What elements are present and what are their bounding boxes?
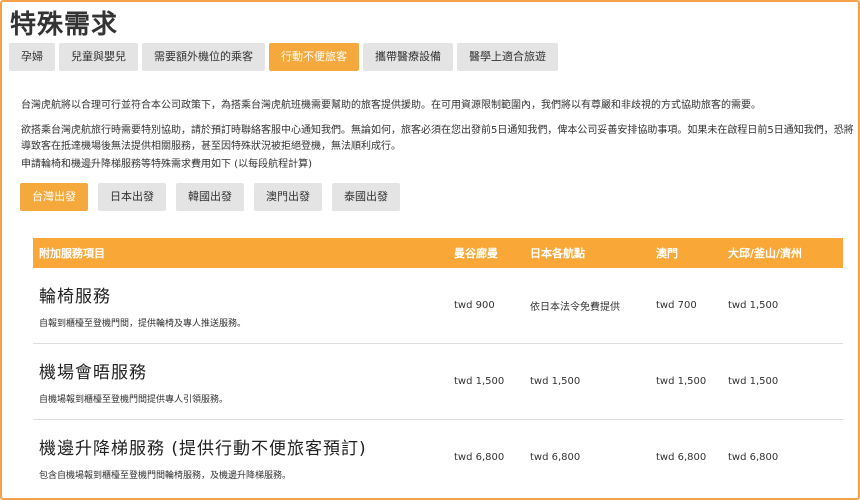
tab-medical-equipment[interactable]: 攜帶醫療設備 <box>363 43 453 71</box>
tab-depart-japan[interactable]: 日本出發 <box>98 183 166 211</box>
service-name: 輪椅服務 <box>39 287 111 307</box>
header-macau: 澳門 <box>650 238 722 268</box>
page-title: 特殊需求 <box>10 10 119 40</box>
price-cell: 依日本法令免費提供 <box>524 268 650 344</box>
table-header-row: 附加服務項目 曼谷廊曼 日本各航點 澳門 大邱/釜山/濟州 <box>33 238 843 268</box>
tab-reduced-mobility[interactable]: 行動不便旅客 <box>269 43 359 71</box>
table-row: 機場會晤服務 自機場報到櫃檯至登機門間提供專人引領服務。 twd 1,500 t… <box>33 343 843 420</box>
fee-table: 附加服務項目 曼谷廊曼 日本各航點 澳門 大邱/釜山/濟州 輪椅服務 自報到櫃檯… <box>33 238 843 495</box>
price-cell: twd 1,500 <box>722 343 843 420</box>
price-cell: twd 6,800 <box>728 452 779 463</box>
intro-paragraph: 台灣虎航將以合理可行並符合本公司政策下，為搭乘台灣虎航班機需要幫助的旅客提供援助… <box>21 100 761 111</box>
price-cell: twd 1,500 <box>448 343 524 420</box>
header-bangkok: 曼谷廊曼 <box>448 238 524 268</box>
header-korea: 大邱/釜山/濟州 <box>722 238 843 268</box>
tab-medical-fitness[interactable]: 醫學上適合旅遊 <box>457 43 558 71</box>
price-cell: twd 6,800 <box>656 452 707 463</box>
price-cell: twd 1,500 <box>650 343 722 420</box>
price-cell: twd 1,500 <box>722 268 843 344</box>
departure-tabs: 台灣出發 日本出發 韓國出發 澳門出發 泰國出發 <box>20 183 410 211</box>
price-cell: twd 6,800 <box>454 452 505 463</box>
tab-depart-taiwan[interactable]: 台灣出發 <box>20 183 88 211</box>
notice-paragraph: 欲搭乘台灣虎航旅行時需要特別協助，請於預訂時聯絡客服中心通知我們。無論如何，旅客… <box>21 125 854 152</box>
service-description: 自報到櫃檯至登機門間，提供輪椅及專人推送服務。 <box>39 319 247 329</box>
table-row: 機邊升降梯服務 (提供行動不便旅客預訂) 包含自機場報到櫃檯至登機門間輪椅服務，… <box>33 420 843 496</box>
tab-depart-thailand[interactable]: 泰國出發 <box>332 183 400 211</box>
service-cell: 機邊升降梯服務 (提供行動不便旅客預訂) 包含自機場報到櫃檯至登機門間輪椅服務，… <box>33 420 448 496</box>
service-name: 機邊升降梯服務 (提供行動不便旅客預訂) <box>39 439 367 459</box>
table-row: 輪椅服務 自報到櫃檯至登機門間，提供輪椅及專人推送服務。 twd 900 依日本… <box>33 268 843 344</box>
special-needs-tabs: 孕婦 兒童與嬰兒 需要額外機位的乘客 行動不便旅客 攜帶醫療設備 醫學上適合旅遊 <box>9 43 562 71</box>
price-cell: twd 6,800 <box>530 452 581 463</box>
page-frame: 特殊需求 孕婦 兒童與嬰兒 需要額外機位的乘客 行動不便旅客 攜帶醫療設備 醫學… <box>0 0 860 500</box>
tab-depart-korea[interactable]: 韓國出發 <box>176 183 244 211</box>
header-service: 附加服務項目 <box>33 238 448 268</box>
tab-pregnant[interactable]: 孕婦 <box>9 43 55 71</box>
price-cell: twd 1,500 <box>524 343 650 420</box>
service-description: 包含自機場報到櫃檯至登機門間輪椅服務，及機邊升降梯服務。 <box>39 471 292 481</box>
header-japan: 日本各航點 <box>524 238 650 268</box>
service-description: 自機場報到櫃檯至登機門間提供專人引領服務。 <box>39 395 229 405</box>
tab-children-infants[interactable]: 兒童與嬰兒 <box>59 43 138 71</box>
service-name: 機場會晤服務 <box>39 363 147 383</box>
service-cell: 機場會晤服務 自機場報到櫃檯至登機門間提供專人引領服務。 <box>33 343 448 420</box>
tab-depart-macau[interactable]: 澳門出發 <box>254 183 322 211</box>
tab-extra-seat[interactable]: 需要額外機位的乘客 <box>142 43 265 71</box>
service-cell: 輪椅服務 自報到櫃檯至登機門間，提供輪椅及專人推送服務。 <box>33 268 448 344</box>
price-cell: twd 700 <box>650 268 722 344</box>
fee-heading: 申請輪椅和機邊升降梯服務等特殊需求費用如下 (以每段航程計算) <box>21 159 312 170</box>
price-cell: twd 900 <box>448 268 524 344</box>
